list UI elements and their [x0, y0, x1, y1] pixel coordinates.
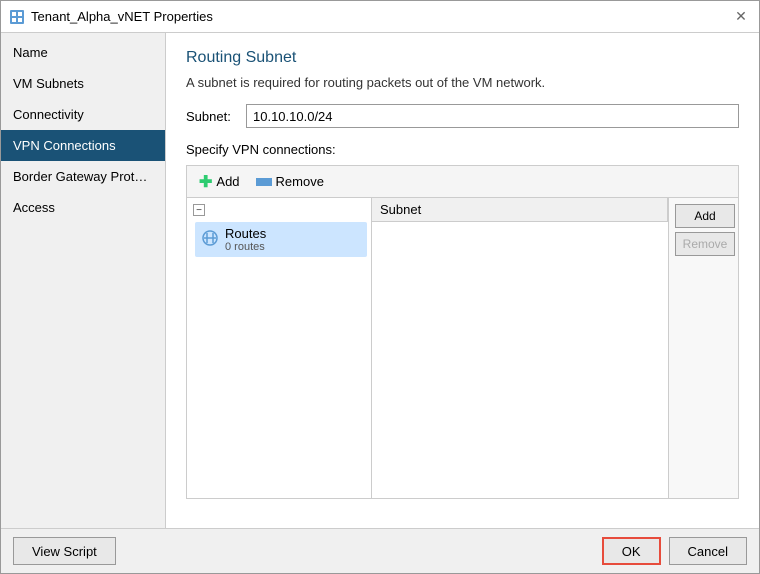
sidebar: Name VM Subnets Connectivity VPN Connect… [1, 33, 166, 528]
toolbar-add-button[interactable]: ✚ Add [195, 170, 244, 194]
sidebar-item-vpn-connections[interactable]: VPN Connections [1, 130, 165, 161]
sidebar-item-border-gateway[interactable]: Border Gateway Protocol... [1, 161, 165, 192]
cancel-button[interactable]: Cancel [669, 537, 747, 565]
routes-add-button[interactable]: Add [675, 204, 735, 228]
routes-header: Subnet [372, 198, 668, 222]
main-window: Tenant_Alpha_vNET Properties ✕ Name VM S… [0, 0, 760, 574]
vpn-routes-panel: Subnet Add Remove [372, 198, 738, 498]
routes-icon [201, 229, 219, 250]
toolbar-remove-button[interactable]: Remove [252, 172, 328, 191]
routes-body [372, 222, 668, 482]
sidebar-item-vm-subnets[interactable]: VM Subnets [1, 68, 165, 99]
footer-left: View Script [13, 537, 116, 565]
footer-right: OK Cancel [602, 537, 747, 565]
routes-list-area: Subnet [372, 198, 668, 498]
subnet-input[interactable] [246, 104, 739, 128]
sidebar-item-name[interactable]: Name [1, 37, 165, 68]
close-button[interactable]: ✕ [731, 7, 751, 27]
subnet-row: Subnet: [186, 104, 739, 128]
vpn-tree: − [187, 198, 372, 498]
routes-remove-button[interactable]: Remove [675, 232, 735, 256]
routes-panel-inner: Subnet Add Remove [372, 198, 738, 498]
tree-node: Routes 0 routes [195, 218, 367, 257]
routes-buttons-area: Add Remove [668, 198, 738, 498]
view-script-button[interactable]: View Script [13, 537, 116, 565]
title-bar: Tenant_Alpha_vNET Properties ✕ [1, 1, 759, 33]
subnet-label: Subnet: [186, 109, 246, 124]
content-area: Name VM Subnets Connectivity VPN Connect… [1, 33, 759, 528]
remove-bar-icon [256, 178, 272, 186]
toolbar-add-label: Add [216, 174, 239, 189]
tree-item-text: Routes 0 routes [225, 226, 266, 253]
collapse-icon[interactable]: − [193, 204, 205, 216]
toolbar-remove-label: Remove [276, 174, 324, 189]
ok-button[interactable]: OK [602, 537, 661, 565]
routes-label: Routes [225, 226, 266, 241]
vpn-section-label: Specify VPN connections: [186, 142, 739, 157]
title-bar-left: Tenant_Alpha_vNET Properties [9, 9, 213, 25]
tree-collapse[interactable]: − [191, 202, 367, 218]
vpn-toolbar: ✚ Add Remove [186, 165, 739, 197]
panel-title: Routing Subnet [186, 49, 739, 67]
sidebar-item-access[interactable]: Access [1, 192, 165, 223]
window-icon [9, 9, 25, 25]
title-text: Tenant_Alpha_vNET Properties [31, 9, 213, 24]
routes-count: 0 routes [225, 241, 266, 253]
routes-tree-item[interactable]: Routes 0 routes [195, 222, 367, 257]
main-panel: Routing Subnet A subnet is required for … [166, 33, 759, 528]
sidebar-item-connectivity[interactable]: Connectivity [1, 99, 165, 130]
vpn-content-area: − [186, 197, 739, 499]
subnet-column-header: Subnet [372, 198, 668, 221]
footer: View Script OK Cancel [1, 528, 759, 573]
add-plus-icon: ✚ [199, 172, 212, 192]
panel-description: A subnet is required for routing packets… [186, 75, 739, 90]
